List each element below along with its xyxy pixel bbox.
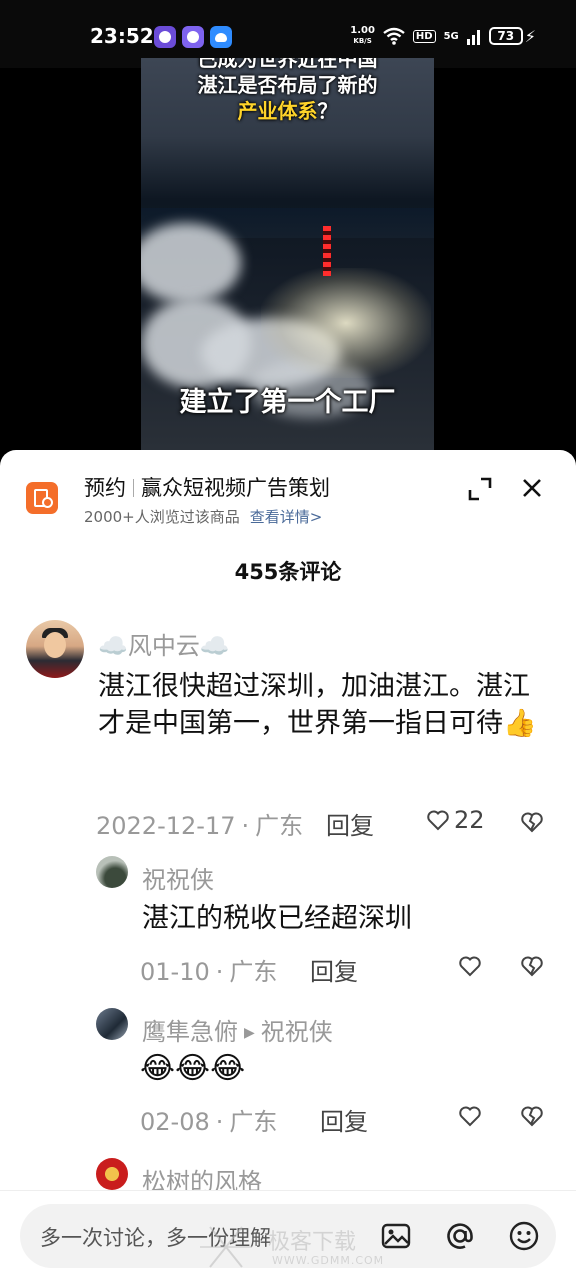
image-icon[interactable] — [380, 1220, 412, 1252]
promo-title[interactable]: 预约 赢众短视频广告策划 — [84, 472, 330, 502]
cloud-app-icon — [210, 26, 232, 48]
status-indicators: 1.00 KB/S HD 5G 73 ⚡ — [350, 24, 536, 48]
status-time: 23:52 — [90, 24, 154, 48]
battery-level: 73 — [488, 27, 523, 45]
heart-icon[interactable] — [458, 1104, 482, 1128]
heart-icon — [427, 810, 449, 831]
signal-icon — [466, 30, 480, 45]
app-notification-icon — [154, 26, 176, 48]
hd-badge: HD — [412, 29, 436, 43]
emoji-icon[interactable] — [508, 1220, 540, 1252]
avatar[interactable] — [96, 856, 128, 888]
wifi-icon — [383, 27, 405, 45]
dislike-icon[interactable] — [520, 810, 544, 834]
avatar[interactable] — [96, 1158, 128, 1190]
promo-subtitle: 2000+人浏览过该商品 查看详情> — [84, 508, 323, 526]
comment-text: 湛江的税收已经超深圳 — [142, 903, 412, 934]
video-caption-bottom: 建立了第一个工厂 — [179, 387, 396, 418]
reply-button[interactable]: 回复 — [320, 1102, 368, 1137]
charging-icon: ⚡ — [524, 26, 536, 46]
reservation-icon — [26, 482, 58, 514]
reply-button[interactable]: 回复 — [326, 806, 374, 841]
reply-arrow-icon: ▶ — [244, 1025, 255, 1041]
comment-username[interactable]: 祝祝侠 — [142, 860, 214, 895]
comment-text: 湛江很快超过深圳，加油湛江。湛江才是中国第一，世界第一指日可待👍 — [98, 671, 537, 739]
battery-icon: 73 ⚡ — [488, 26, 536, 46]
like-count: 22 — [454, 806, 485, 834]
comment-username[interactable]: 鹰隼急俯 ▶ 祝祝侠 — [142, 1012, 333, 1047]
like-button[interactable]: 22 — [426, 806, 485, 834]
comment-text: 😂😂😂 — [140, 1051, 246, 1086]
comment-input-bar[interactable]: 多一次讨论，多一份理解 — [20, 1204, 556, 1268]
avatar[interactable] — [26, 620, 84, 678]
comment-meta: 02-08 · 广东 — [140, 1108, 278, 1136]
heart-icon[interactable] — [458, 954, 482, 978]
app-notification-icon — [182, 26, 204, 48]
video-factory — [261, 268, 431, 378]
reply-button[interactable]: 回复 — [310, 952, 358, 987]
comment-count: 455条评论 — [234, 560, 342, 584]
dislike-icon[interactable] — [520, 1104, 544, 1128]
network-type: 5G — [443, 30, 459, 42]
comment-sheet: 预约 赢众短视频广告策划 2000+人浏览过该商品 查看详情> 455条评论 ☁️风… — [0, 450, 576, 1280]
mention-icon[interactable] — [444, 1220, 476, 1252]
comment-username[interactable]: ☁️风中云☁️ — [98, 626, 230, 661]
video-player[interactable]: 已成为世界近在中国 湛江是否布局了新的 产业体系？ 建立了第一个工厂 — [141, 58, 434, 450]
comment-meta: 01-10 · 广东 — [140, 958, 278, 986]
video-caption-top: 已成为世界近在中国 湛江是否布局了新的 产业体系？ — [197, 58, 378, 123]
dislike-icon[interactable] — [520, 954, 544, 978]
close-icon[interactable] — [518, 474, 546, 502]
video-tower — [323, 226, 331, 276]
avatar[interactable] — [96, 1008, 128, 1040]
comment-input[interactable]: 多一次讨论，多一份理解 — [40, 1222, 271, 1252]
expand-icon[interactable] — [467, 476, 493, 502]
net-speed: 1.00 KB/S — [350, 25, 375, 46]
comment-meta: 2022-12-17 · 广东 — [96, 812, 304, 840]
promo-details-link[interactable]: 查看详情> — [250, 508, 323, 526]
